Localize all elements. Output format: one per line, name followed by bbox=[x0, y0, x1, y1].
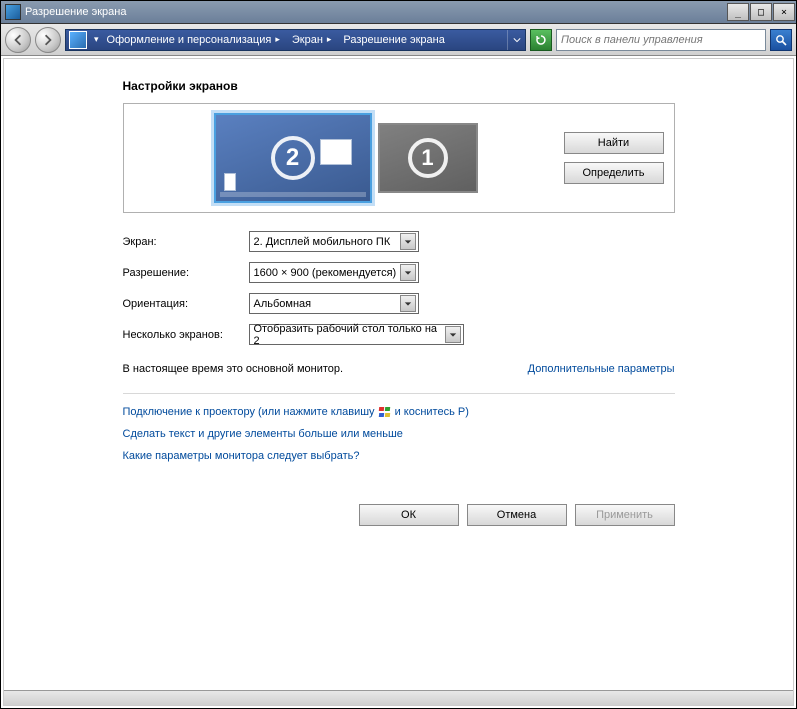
text-size-link[interactable]: Сделать текст и другие элементы больше и… bbox=[123, 428, 403, 440]
content-panel: Настройки экранов 2 1 Найти Определить bbox=[3, 58, 794, 706]
orientation-select-value: Альбомная bbox=[254, 298, 312, 310]
separator bbox=[123, 393, 675, 394]
projector-link-suffix[interactable]: и коснитесь P) bbox=[395, 406, 469, 418]
monitors-area[interactable]: 2 1 bbox=[134, 113, 564, 203]
find-button[interactable]: Найти bbox=[564, 132, 664, 154]
address-dropdown[interactable] bbox=[507, 30, 525, 50]
screen-select-value: 2. Дисплей мобильного ПК bbox=[254, 236, 391, 248]
control-panel-icon bbox=[69, 31, 87, 49]
chevron-down-icon bbox=[400, 233, 416, 250]
forward-button[interactable] bbox=[35, 27, 61, 53]
form-row-resolution: Разрешение: 1600 × 900 (рекомендуется) bbox=[123, 262, 675, 283]
refresh-button[interactable] bbox=[530, 29, 552, 51]
page-heading: Настройки экранов bbox=[123, 79, 675, 93]
screen-select[interactable]: 2. Дисплей мобильного ПК bbox=[249, 231, 419, 252]
window-preview-icon bbox=[320, 139, 352, 165]
breadcrumb-arrow-icon: ▸ bbox=[323, 34, 336, 45]
projector-link[interactable]: Подключение к проектору (или нажмите кла… bbox=[123, 406, 375, 418]
app-icon bbox=[5, 4, 21, 20]
footer-buttons: ОК Отмена Применить bbox=[123, 504, 675, 526]
minimize-icon: _ bbox=[735, 7, 741, 18]
status-row: В настоящее время это основной монитор. … bbox=[123, 363, 675, 385]
monitor-number: 1 bbox=[408, 138, 448, 178]
projector-link-row: Подключение к проектору (или нажмите кла… bbox=[123, 406, 675, 418]
breadcrumb-arrow-icon: ▸ bbox=[271, 34, 284, 45]
screen-label: Экран: bbox=[123, 236, 249, 248]
breadcrumb-bar[interactable]: ▾ Оформление и персонализация▸ Экран▸ Ра… bbox=[65, 29, 526, 51]
detect-button[interactable]: Определить bbox=[564, 162, 664, 184]
breadcrumb-item[interactable]: Разрешение экрана bbox=[339, 30, 448, 50]
orientation-select[interactable]: Альбомная bbox=[249, 293, 419, 314]
resolution-label: Разрешение: bbox=[123, 267, 249, 279]
minimize-button[interactable]: _ bbox=[727, 3, 749, 21]
resolution-select[interactable]: 1600 × 900 (рекомендуется) bbox=[249, 262, 419, 283]
search-button[interactable] bbox=[770, 29, 792, 51]
window-title: Разрешение экрана bbox=[25, 6, 727, 18]
monitors-panel: 2 1 Найти Определить bbox=[123, 103, 675, 213]
advanced-settings-link[interactable]: Дополнительные параметры bbox=[528, 363, 675, 375]
close-icon: × bbox=[781, 7, 787, 18]
window-preview-icon bbox=[224, 173, 236, 191]
statusbar bbox=[4, 690, 793, 705]
resolution-select-value: 1600 × 900 (рекомендуется) bbox=[254, 267, 397, 279]
close-button[interactable]: × bbox=[773, 3, 795, 21]
monitor-1[interactable]: 1 bbox=[378, 123, 478, 193]
chevron-down-icon bbox=[445, 326, 461, 343]
monitor-number-label: 2 bbox=[286, 144, 299, 172]
apply-button[interactable]: Применить bbox=[575, 504, 675, 526]
cancel-button[interactable]: Отмена bbox=[467, 504, 567, 526]
titlebar: Разрешение экрана _ □ × bbox=[1, 1, 796, 24]
monitor-number: 2 bbox=[271, 136, 315, 180]
search-input[interactable] bbox=[557, 34, 765, 46]
primary-monitor-status: В настоящее время это основной монитор. bbox=[123, 363, 344, 375]
breadcrumb-label: Экран bbox=[292, 34, 323, 46]
chevron-down-icon bbox=[400, 295, 416, 312]
taskbar-preview bbox=[220, 192, 366, 197]
forward-arrow-icon bbox=[42, 34, 54, 46]
form-row-multiple: Несколько экранов: Отобразить рабочий ст… bbox=[123, 324, 675, 345]
form-row-screen: Экран: 2. Дисплей мобильного ПК bbox=[123, 231, 675, 252]
orientation-label: Ориентация: bbox=[123, 298, 249, 310]
breadcrumb-item[interactable]: Экран▸ bbox=[288, 30, 340, 50]
content: Настройки экранов 2 1 Найти Определить bbox=[123, 79, 675, 526]
windows-key-icon bbox=[379, 407, 391, 418]
breadcrumb-item[interactable]: Оформление и персонализация▸ bbox=[103, 30, 288, 50]
form-row-orientation: Ориентация: Альбомная bbox=[123, 293, 675, 314]
back-button[interactable] bbox=[5, 27, 31, 53]
navbar: ▾ Оформление и персонализация▸ Экран▸ Ра… bbox=[1, 24, 796, 56]
multiple-select-value: Отобразить рабочий стол только на 2 bbox=[254, 323, 445, 347]
multiple-label: Несколько экранов: bbox=[123, 329, 249, 341]
search-box bbox=[556, 29, 766, 51]
breadcrumb-label: Оформление и персонализация bbox=[107, 34, 272, 46]
breadcrumb-label: Разрешение экрана bbox=[343, 34, 444, 46]
refresh-icon bbox=[535, 34, 547, 46]
multiple-select[interactable]: Отобразить рабочий стол только на 2 bbox=[249, 324, 464, 345]
monitor-side-buttons: Найти Определить bbox=[564, 132, 664, 184]
chevron-down-icon bbox=[513, 36, 521, 44]
which-monitor-link[interactable]: Какие параметры монитора следует выбрать… bbox=[123, 450, 360, 462]
back-arrow-icon bbox=[12, 34, 24, 46]
search-icon bbox=[775, 34, 787, 46]
breadcrumb-root-dropdown[interactable]: ▾ bbox=[90, 34, 103, 45]
chevron-down-icon bbox=[400, 264, 416, 281]
maximize-button[interactable]: □ bbox=[750, 3, 772, 21]
settings-form: Экран: 2. Дисплей мобильного ПК Разрешен… bbox=[123, 231, 675, 345]
maximize-icon: □ bbox=[758, 7, 764, 18]
window-buttons: _ □ × bbox=[727, 1, 796, 23]
monitor-number-label: 1 bbox=[421, 145, 433, 171]
ok-button[interactable]: ОК bbox=[359, 504, 459, 526]
monitor-2[interactable]: 2 bbox=[214, 113, 372, 203]
